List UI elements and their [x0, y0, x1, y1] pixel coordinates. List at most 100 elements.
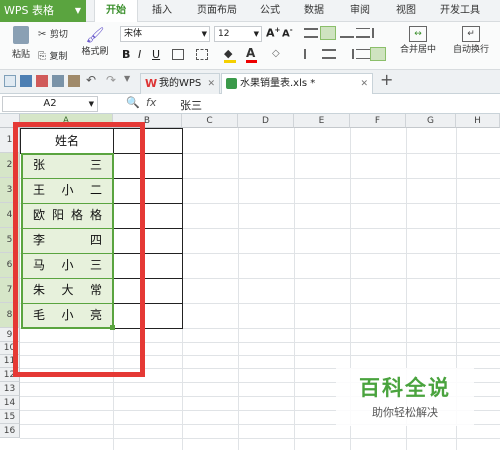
row-header-14[interactable]: 14 — [0, 396, 20, 410]
align-top-icon[interactable] — [304, 28, 318, 38]
align-middle-icon[interactable] — [320, 26, 336, 40]
shrink-font-icon[interactable]: A- — [282, 26, 293, 39]
borders-more-icon[interactable] — [196, 49, 208, 60]
row-header-13[interactable]: 13 — [0, 382, 20, 396]
watermark-title: 百科全说 — [359, 376, 451, 400]
underline-icon[interactable]: U — [152, 48, 160, 61]
gridline — [294, 128, 295, 450]
font-color-icon[interactable]: A — [246, 46, 257, 63]
tab-insert[interactable]: 插入 — [142, 0, 182, 22]
redo-icon[interactable]: ↷ — [106, 73, 116, 87]
paste-label: 粘贴 — [11, 50, 30, 60]
tab-my-wps-label: 我的WPS — [159, 78, 202, 89]
print-icon[interactable] — [36, 75, 48, 87]
wrap-text-icon: ↵ — [462, 26, 480, 42]
italic-icon[interactable]: I — [138, 48, 141, 61]
align-bottom-icon[interactable] — [340, 28, 354, 38]
app-name: WPS 表格 — [4, 4, 54, 17]
scissors-icon: ✂ — [38, 29, 47, 40]
column-header-h[interactable]: H — [456, 114, 500, 128]
name-box-value: A2 — [43, 98, 57, 109]
tab-page-layout[interactable]: 页面布局 — [188, 0, 246, 22]
zoom-icon[interactable]: 🔍 — [126, 96, 140, 109]
undo-icon[interactable]: ↶ — [86, 73, 96, 87]
new-file-icon[interactable] — [4, 75, 16, 87]
align-right-icon[interactable] — [340, 49, 354, 59]
merge-center-icon: ↔ — [409, 26, 427, 42]
paste-icon — [13, 26, 29, 44]
chevron-down-icon: ▼ — [74, 6, 81, 15]
clear-format-icon[interactable]: ◇ — [272, 48, 280, 59]
copy-icon: ⎘ — [38, 51, 46, 62]
distributed-align-icon[interactable] — [356, 49, 370, 59]
print-preview-icon[interactable] — [52, 75, 64, 87]
cut-label: 剪切 — [49, 30, 68, 40]
quick-access-toolbar: ↶ ↷ ▼ W 我的WPS ✕ 水果销量表.xls * ✕ + — [0, 70, 500, 94]
tab-fruit-sales-file[interactable]: 水果销量表.xls * ✕ — [221, 73, 373, 94]
formula-bar: A2 ▼ 🔍 fx 张三 — [0, 94, 500, 114]
column-header-g[interactable]: G — [406, 114, 456, 128]
spreadsheet-icon — [226, 78, 237, 89]
column-header-c[interactable]: C — [182, 114, 238, 128]
wrap-text-button[interactable]: ↵ 自动换行 — [446, 26, 496, 55]
wrap-text-label: 自动换行 — [452, 45, 489, 55]
cut-button[interactable]: ✂ 剪切 — [38, 27, 68, 41]
align-left-icon[interactable] — [304, 49, 318, 59]
spreadsheet-grid: A B C D E F G H 1 2 3 4 5 6 7 8 9 10 11 … — [0, 114, 500, 450]
formula-input[interactable]: 张三 — [180, 97, 202, 113]
font-size-select[interactable]: 12 ▼ — [214, 26, 262, 42]
fx-icon[interactable]: fx — [146, 96, 156, 109]
highlight-annotation — [13, 122, 145, 377]
font-name-select[interactable]: 宋体 ▼ — [120, 26, 210, 42]
tab-data[interactable]: 数据 — [294, 0, 334, 22]
font-size-value: 12 — [218, 29, 230, 39]
tab-view[interactable]: 视图 — [386, 0, 426, 22]
column-header-e[interactable]: E — [294, 114, 350, 128]
grow-font-icon[interactable]: A+ — [266, 26, 280, 40]
gridline — [20, 438, 500, 439]
format-painter-label: 格式刷 — [81, 47, 109, 57]
tab-home[interactable]: 开始 — [94, 0, 138, 22]
ribbon: 粘贴 ✂ 剪切 ⎘ 复制 🖌 格式刷 宋体 ▼ 12 ▼ A+ A- B I U… — [0, 22, 500, 70]
font-name-value: 宋体 — [124, 29, 143, 39]
tab-formulas[interactable]: 公式 — [250, 0, 290, 22]
close-icon[interactable]: ✕ — [360, 74, 368, 94]
name-box[interactable]: A2 ▼ — [2, 96, 98, 112]
app-menu-button[interactable]: WPS 表格 ▼ — [0, 0, 86, 22]
merge-center-button[interactable]: ↔ 合并居中 — [396, 26, 440, 55]
wps-logo-icon: W — [145, 77, 158, 90]
fill-color-icon[interactable]: ◆ — [224, 47, 236, 63]
watermark-subtitle: 助你轻松解决 — [372, 406, 438, 419]
chevron-down-icon: ▼ — [201, 30, 207, 38]
column-header-d[interactable]: D — [238, 114, 294, 128]
bold-icon[interactable]: B — [122, 48, 130, 61]
save-icon[interactable] — [20, 75, 32, 87]
tab-my-wps[interactable]: W 我的WPS ✕ — [140, 73, 220, 94]
chevron-down-icon[interactable]: ▼ — [124, 74, 130, 83]
align-center-icon[interactable] — [322, 49, 336, 59]
row-header-16[interactable]: 16 — [0, 424, 20, 438]
chevron-down-icon: ▼ — [253, 30, 259, 38]
row-header-15[interactable]: 15 — [0, 410, 20, 424]
column-header-f[interactable]: F — [350, 114, 406, 128]
paste-button[interactable]: 粘贴 — [6, 26, 36, 60]
gridline — [238, 128, 239, 450]
align-justify-icon[interactable] — [356, 28, 370, 38]
tab-review[interactable]: 审阅 — [340, 0, 380, 22]
export-icon[interactable] — [68, 75, 80, 87]
tab-developer[interactable]: 开发工具 — [434, 0, 486, 22]
border-icon[interactable] — [172, 49, 184, 60]
watermark: 百科全说 助你轻松解决 — [336, 368, 474, 426]
merge-center-label: 合并居中 — [399, 45, 436, 55]
copy-label: 复制 — [49, 52, 68, 62]
close-icon[interactable]: ✕ — [207, 74, 215, 94]
menu-bar: WPS 表格 ▼ 开始 插入 页面布局 公式 数据 审阅 视图 开发工具 — [0, 0, 500, 22]
wrap-align-icon[interactable] — [370, 47, 386, 61]
tab-fruit-sales-label: 水果销量表.xls * — [240, 78, 316, 89]
indent-icon[interactable] — [372, 28, 386, 38]
copy-button[interactable]: ⎘ 复制 — [38, 49, 68, 63]
chevron-down-icon: ▼ — [88, 100, 94, 108]
format-painter-button[interactable]: 🖌 格式刷 — [78, 26, 112, 57]
brush-icon: 🖌 — [85, 26, 105, 44]
new-tab-icon[interactable]: + — [380, 70, 393, 89]
